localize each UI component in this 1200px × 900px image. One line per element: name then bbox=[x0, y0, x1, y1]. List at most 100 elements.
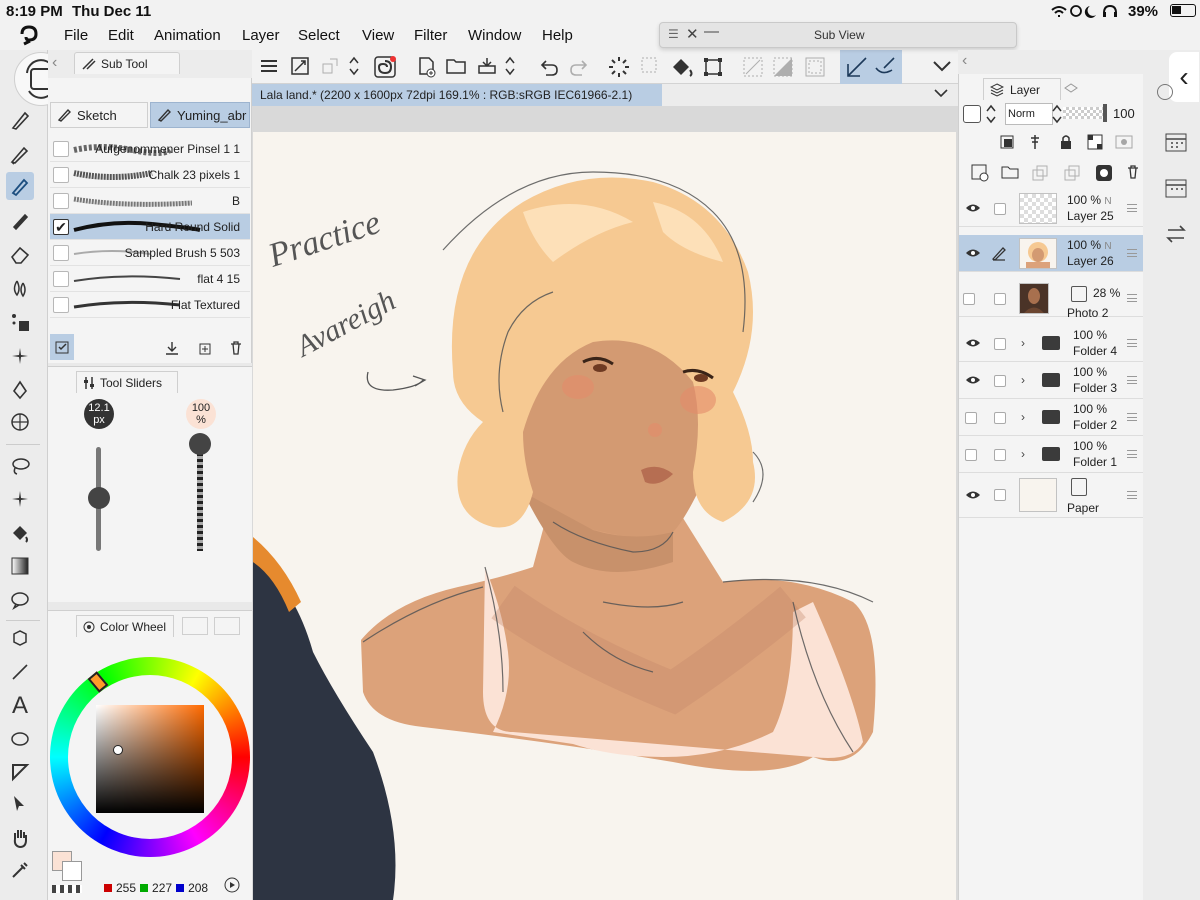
minimize-icon[interactable]: — bbox=[704, 23, 719, 40]
layer-color-stepper-icon[interactable] bbox=[985, 102, 997, 126]
menu-select[interactable]: Select bbox=[298, 27, 340, 44]
eye-icon[interactable] bbox=[965, 202, 981, 214]
eyedropper-tool-icon[interactable] bbox=[6, 856, 34, 884]
operation-tool-icon[interactable] bbox=[6, 624, 34, 652]
stepper-icon-2[interactable] bbox=[504, 54, 516, 78]
layer-opacity-value[interactable]: 100 bbox=[1113, 106, 1135, 121]
new-file-icon[interactable] bbox=[416, 56, 438, 78]
folder-row[interactable]: › 100 % Folder 1 bbox=[959, 436, 1143, 473]
airbrush-tool-icon[interactable] bbox=[6, 206, 34, 234]
layer-row[interactable]: 28 % Photo 2 bbox=[959, 280, 1143, 320]
pen-tool-icon[interactable] bbox=[6, 106, 34, 134]
lock-transparency-icon[interactable] bbox=[1087, 134, 1103, 150]
document-tab[interactable]: Lala land.* (2200 x 1600px 72dpi 169.1% … bbox=[252, 84, 662, 106]
brush-checkbox[interactable] bbox=[53, 167, 69, 183]
menu-layer[interactable]: Layer bbox=[242, 27, 280, 44]
hidden-eye-box[interactable] bbox=[963, 293, 975, 305]
tab-yuming[interactable]: Yuming_abr bbox=[150, 102, 250, 128]
brush-checkbox[interactable]: ✔ bbox=[53, 219, 69, 235]
speech-bubble-tool-icon[interactable] bbox=[6, 586, 34, 614]
eye-icon[interactable] bbox=[965, 489, 981, 501]
brush-item[interactable]: Aufgenommener Pinsel 1 1 bbox=[50, 136, 250, 162]
transform-icon[interactable] bbox=[320, 56, 340, 76]
fill-bucket-icon[interactable] bbox=[670, 56, 694, 78]
delete-layer-icon[interactable] bbox=[1125, 164, 1141, 180]
sub-color-swatch[interactable] bbox=[62, 861, 82, 881]
menu-file[interactable]: File bbox=[64, 27, 88, 44]
app-logo-icon[interactable] bbox=[18, 25, 40, 47]
drag-handle-icon[interactable] bbox=[1127, 294, 1137, 302]
transparent-color-swatch[interactable] bbox=[52, 885, 82, 893]
drag-handle-icon[interactable] bbox=[1127, 249, 1137, 257]
brush-opacity-slider[interactable] bbox=[197, 441, 203, 551]
layer-checkbox[interactable] bbox=[994, 338, 1006, 350]
chevron-right-icon[interactable]: › bbox=[1021, 410, 1025, 424]
blend-mode-select[interactable]: Norm bbox=[1005, 103, 1053, 125]
color-set-tab[interactable] bbox=[182, 617, 208, 635]
drag-handle-icon[interactable] bbox=[1127, 450, 1137, 458]
brush-item[interactable]: Flat Textured bbox=[50, 292, 250, 318]
chevron-right-icon[interactable]: › bbox=[1021, 336, 1025, 350]
eye-icon[interactable] bbox=[965, 247, 981, 259]
invert-selection-icon[interactable] bbox=[772, 56, 794, 78]
clear-selection-icon[interactable] bbox=[742, 56, 764, 78]
redo-icon[interactable] bbox=[568, 57, 590, 77]
brush-checkbox[interactable] bbox=[53, 245, 69, 261]
save-icon[interactable] bbox=[476, 56, 498, 76]
menu-help[interactable]: Help bbox=[542, 27, 573, 44]
saturation-value-square[interactable] bbox=[96, 705, 204, 813]
reference-layer-icon[interactable] bbox=[1027, 134, 1043, 150]
layer-checkbox[interactable] bbox=[994, 489, 1006, 501]
subtool-settings-icon[interactable] bbox=[50, 334, 74, 360]
undo-icon[interactable] bbox=[538, 57, 560, 77]
folder-row[interactable]: › 100 % Folder 3 bbox=[959, 362, 1143, 399]
lock-icon[interactable] bbox=[1059, 134, 1073, 150]
brush-item[interactable]: B bbox=[50, 188, 250, 214]
show-selection-icon[interactable] bbox=[804, 56, 826, 78]
snap-ruler-icon[interactable] bbox=[846, 56, 868, 78]
paper-layer-row[interactable]: Paper bbox=[959, 473, 1143, 518]
hamburger-icon[interactable] bbox=[260, 58, 278, 74]
swap-icon[interactable] bbox=[1165, 224, 1187, 244]
loading-icon[interactable] bbox=[608, 56, 630, 78]
open-folder-icon[interactable] bbox=[446, 56, 468, 76]
tab-sketch[interactable]: Sketch bbox=[50, 102, 148, 128]
layer-tab[interactable]: Layer bbox=[983, 78, 1061, 100]
sub-view-window[interactable]: ☰ ✕ — Sub View bbox=[659, 22, 1017, 48]
crop-icon[interactable] bbox=[702, 56, 724, 78]
download-icon[interactable] bbox=[164, 340, 180, 356]
frame-tool-icon[interactable] bbox=[6, 758, 34, 786]
snap-special-ruler-icon[interactable] bbox=[874, 56, 896, 78]
layer-checkbox[interactable] bbox=[994, 375, 1006, 387]
layer-checkbox[interactable] bbox=[994, 203, 1006, 215]
menu-view[interactable]: View bbox=[362, 27, 394, 44]
chevron-right-icon[interactable]: › bbox=[1021, 447, 1025, 461]
fit-canvas-icon[interactable] bbox=[290, 56, 310, 76]
hidden-eye-box[interactable] bbox=[965, 449, 977, 461]
hue-ring[interactable] bbox=[50, 657, 250, 857]
drag-handle-icon[interactable] bbox=[1127, 413, 1137, 421]
brush-checkbox[interactable] bbox=[53, 141, 69, 157]
brush-checkbox[interactable] bbox=[53, 193, 69, 209]
brush-item-selected[interactable]: ✔ Hard Round Solid bbox=[50, 214, 250, 240]
blend-mode-stepper-icon[interactable] bbox=[1051, 102, 1063, 126]
brush-size-handle[interactable] bbox=[88, 487, 110, 509]
color-wheel-tab[interactable]: Color Wheel bbox=[76, 615, 174, 637]
close-icon[interactable]: ✕ bbox=[686, 25, 699, 43]
move-tool-icon[interactable] bbox=[6, 790, 34, 818]
blend-tool-icon[interactable] bbox=[6, 274, 34, 302]
brush-checkbox[interactable] bbox=[53, 271, 69, 287]
menu-filter[interactable]: Filter bbox=[414, 27, 447, 44]
menu-edit[interactable]: Edit bbox=[108, 27, 134, 44]
menu-window[interactable]: Window bbox=[468, 27, 521, 44]
folder-row[interactable]: › 100 % Folder 4 bbox=[959, 325, 1143, 362]
brush-tool-icon[interactable] bbox=[6, 172, 34, 200]
pencil-tool-icon[interactable] bbox=[6, 140, 34, 168]
layer-opacity-slider[interactable] bbox=[1063, 104, 1107, 122]
duplicate-icon[interactable] bbox=[196, 340, 212, 356]
merge-visible-icon[interactable] bbox=[1063, 164, 1081, 182]
layer-property-tab-icon[interactable] bbox=[1063, 82, 1079, 96]
drag-handle-icon[interactable] bbox=[1127, 491, 1137, 499]
eye-icon[interactable] bbox=[965, 374, 981, 386]
drag-handle-icon[interactable]: ☰ bbox=[668, 27, 679, 41]
